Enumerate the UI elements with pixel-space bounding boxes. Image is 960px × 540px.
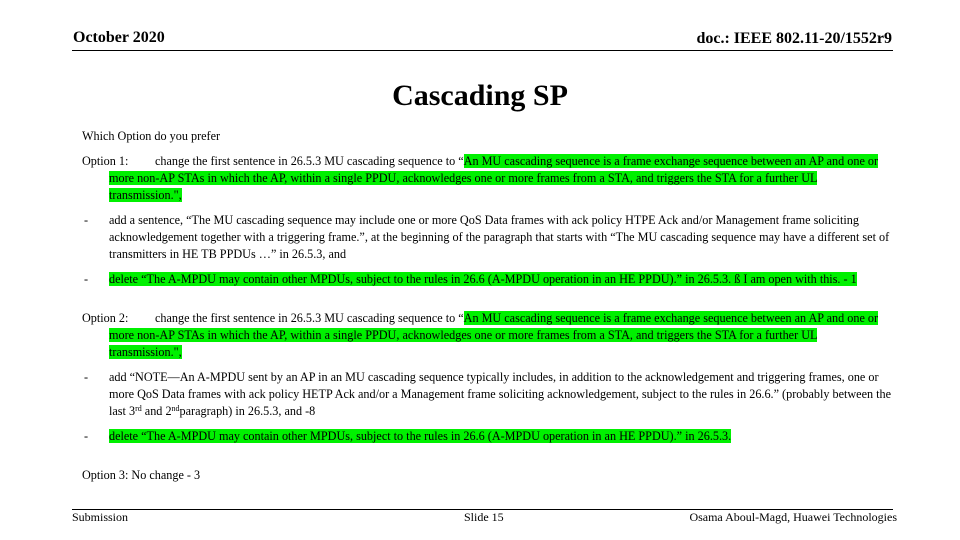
header-doc-id: doc.: IEEE 802.11-20/1552r9	[696, 30, 892, 47]
bullet-dash: -	[84, 370, 89, 384]
superscript-nd: nd	[171, 404, 180, 413]
option2-intro: change the first sentence in 26.5.3 MU c…	[155, 311, 464, 325]
option1-bullet-2-text: delete “The A-MPDU may contain other MPD…	[109, 272, 857, 286]
note-text-mid: and 2	[141, 404, 172, 418]
superscript-rd: rd	[135, 404, 142, 413]
slide-content: Which Option do you prefer Option 1: chan…	[82, 128, 892, 484]
option1-label: Option 1:	[82, 154, 129, 168]
option2-bullet-2-text: delete “The A-MPDU may contain other MPD…	[109, 429, 732, 443]
option1-bullet-1: - add a sentence, “The MU cascading seque…	[82, 212, 892, 263]
header-date: October 2020	[73, 29, 165, 46]
option3-paragraph: Option 3: No change - 3	[82, 468, 201, 482]
option2-label: Option 2:	[82, 311, 129, 325]
footer-slide-number: Slide 15	[464, 510, 504, 524]
question-text: Which Option do you prefer	[82, 129, 221, 143]
bullet-dash: -	[84, 213, 89, 227]
option2-bullet-1: - add “NOTE—An A-MPDU sent by an AP in an…	[82, 369, 892, 420]
slide-title: Cascading SP	[392, 79, 568, 112]
footer-author: Osama Aboul-Magd, Huawei Technologies	[689, 510, 897, 524]
option1-intro: change the first sentence in 26.5.3 MU c…	[155, 154, 464, 168]
note-text-after: paragraph) in 26.5.3, and -8	[179, 404, 316, 418]
option1-paragraph: Option 1: change the first sentence in 26…	[82, 153, 892, 204]
option2-bullet-2: - delete “The A-MPDU may contain other MP…	[82, 428, 892, 445]
header-divider	[72, 50, 893, 51]
footer-submission: Submission	[72, 510, 129, 524]
bullet-dash: -	[84, 429, 89, 443]
option1-bullet-2: - delete “The A-MPDU may contain other MP…	[82, 271, 892, 288]
option2-bullet-1-text: add “NOTE—An A-MPDU sent by an AP in an …	[109, 370, 891, 418]
option2-paragraph: Option 2: change the first sentence in 26…	[82, 310, 892, 361]
option1-bullet-1-text: add a sentence, “The MU cascading sequen…	[109, 213, 890, 261]
bullet-dash: -	[84, 272, 89, 286]
